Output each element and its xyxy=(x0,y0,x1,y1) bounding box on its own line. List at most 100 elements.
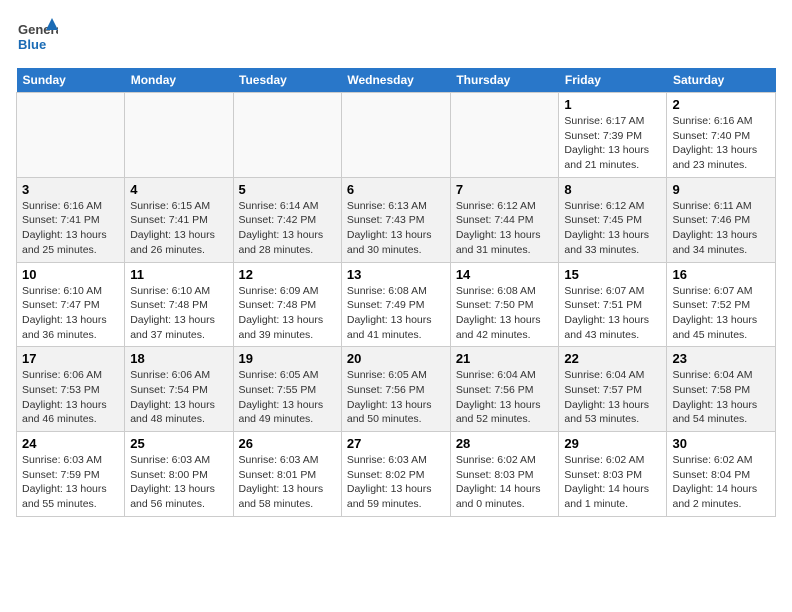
day-info: Sunrise: 6:06 AM Sunset: 7:54 PM Dayligh… xyxy=(130,368,227,427)
day-number: 15 xyxy=(564,267,661,282)
calendar-header-row: SundayMondayTuesdayWednesdayThursdayFrid… xyxy=(17,68,776,93)
day-info: Sunrise: 6:04 AM Sunset: 7:57 PM Dayligh… xyxy=(564,368,661,427)
day-cell: 4 Sunrise: 6:15 AM Sunset: 7:41 PM Daylig… xyxy=(125,177,233,262)
day-cell: 6 Sunrise: 6:13 AM Sunset: 7:43 PM Daylig… xyxy=(341,177,450,262)
day-info: Sunrise: 6:02 AM Sunset: 8:03 PM Dayligh… xyxy=(564,453,661,512)
day-cell: 20 Sunrise: 6:05 AM Sunset: 7:56 PM Dayli… xyxy=(341,347,450,432)
day-info: Sunrise: 6:03 AM Sunset: 8:02 PM Dayligh… xyxy=(347,453,445,512)
day-info: Sunrise: 6:16 AM Sunset: 7:41 PM Dayligh… xyxy=(22,199,119,258)
day-cell: 25 Sunrise: 6:03 AM Sunset: 8:00 PM Dayli… xyxy=(125,432,233,517)
day-number: 13 xyxy=(347,267,445,282)
week-row-4: 17 Sunrise: 6:06 AM Sunset: 7:53 PM Dayli… xyxy=(17,347,776,432)
day-cell: 11Sunrise: 6:10 AM Sunset: 7:48 PM Dayli… xyxy=(125,262,233,347)
day-info: Sunrise: 6:13 AM Sunset: 7:43 PM Dayligh… xyxy=(347,199,445,258)
day-number: 3 xyxy=(22,182,119,197)
day-info: Sunrise: 6:07 AM Sunset: 7:52 PM Dayligh… xyxy=(672,284,770,343)
day-number: 10 xyxy=(22,267,119,282)
day-cell: 22 Sunrise: 6:04 AM Sunset: 7:57 PM Dayli… xyxy=(559,347,667,432)
day-number: 29 xyxy=(564,436,661,451)
day-info: Sunrise: 6:08 AM Sunset: 7:50 PM Dayligh… xyxy=(456,284,554,343)
day-info: Sunrise: 6:06 AM Sunset: 7:53 PM Dayligh… xyxy=(22,368,119,427)
day-cell: 3 Sunrise: 6:16 AM Sunset: 7:41 PM Daylig… xyxy=(17,177,125,262)
day-info: Sunrise: 6:03 AM Sunset: 7:59 PM Dayligh… xyxy=(22,453,119,512)
day-info: Sunrise: 6:15 AM Sunset: 7:41 PM Dayligh… xyxy=(130,199,227,258)
day-info: Sunrise: 6:03 AM Sunset: 8:01 PM Dayligh… xyxy=(239,453,336,512)
day-number: 22 xyxy=(564,351,661,366)
day-number: 1 xyxy=(564,97,661,112)
day-cell: 30Sunrise: 6:02 AM Sunset: 8:04 PM Dayli… xyxy=(667,432,776,517)
calendar-table: SundayMondayTuesdayWednesdayThursdayFrid… xyxy=(16,68,776,517)
day-number: 24 xyxy=(22,436,119,451)
day-info: Sunrise: 6:03 AM Sunset: 8:00 PM Dayligh… xyxy=(130,453,227,512)
header-wednesday: Wednesday xyxy=(341,68,450,93)
day-cell xyxy=(450,93,559,178)
page-header: General Blue xyxy=(16,16,776,58)
logo: General Blue xyxy=(16,16,58,58)
day-info: Sunrise: 6:05 AM Sunset: 7:55 PM Dayligh… xyxy=(239,368,336,427)
day-number: 26 xyxy=(239,436,336,451)
day-number: 21 xyxy=(456,351,554,366)
day-info: Sunrise: 6:10 AM Sunset: 7:47 PM Dayligh… xyxy=(22,284,119,343)
day-cell: 7Sunrise: 6:12 AM Sunset: 7:44 PM Daylig… xyxy=(450,177,559,262)
day-number: 27 xyxy=(347,436,445,451)
day-cell xyxy=(341,93,450,178)
day-cell: 26 Sunrise: 6:03 AM Sunset: 8:01 PM Dayli… xyxy=(233,432,341,517)
day-number: 5 xyxy=(239,182,336,197)
week-row-5: 24 Sunrise: 6:03 AM Sunset: 7:59 PM Dayli… xyxy=(17,432,776,517)
day-cell: 2 Sunrise: 6:16 AM Sunset: 7:40 PM Daylig… xyxy=(667,93,776,178)
day-info: Sunrise: 6:12 AM Sunset: 7:44 PM Dayligh… xyxy=(456,199,554,258)
day-cell: 24 Sunrise: 6:03 AM Sunset: 7:59 PM Dayli… xyxy=(17,432,125,517)
header-saturday: Saturday xyxy=(667,68,776,93)
header-thursday: Thursday xyxy=(450,68,559,93)
day-number: 23 xyxy=(672,351,770,366)
day-cell: 17 Sunrise: 6:06 AM Sunset: 7:53 PM Dayli… xyxy=(17,347,125,432)
week-row-1: 1 Sunrise: 6:17 AM Sunset: 7:39 PM Daylig… xyxy=(17,93,776,178)
day-cell: 18 Sunrise: 6:06 AM Sunset: 7:54 PM Dayli… xyxy=(125,347,233,432)
day-number: 4 xyxy=(130,182,227,197)
day-info: Sunrise: 6:04 AM Sunset: 7:58 PM Dayligh… xyxy=(672,368,770,427)
day-number: 18 xyxy=(130,351,227,366)
day-number: 9 xyxy=(672,182,770,197)
day-info: Sunrise: 6:17 AM Sunset: 7:39 PM Dayligh… xyxy=(564,114,661,173)
logo-svg: General Blue xyxy=(16,16,58,58)
day-number: 14 xyxy=(456,267,554,282)
day-info: Sunrise: 6:16 AM Sunset: 7:40 PM Dayligh… xyxy=(672,114,770,173)
svg-text:Blue: Blue xyxy=(18,37,46,52)
day-info: Sunrise: 6:05 AM Sunset: 7:56 PM Dayligh… xyxy=(347,368,445,427)
day-info: Sunrise: 6:07 AM Sunset: 7:51 PM Dayligh… xyxy=(564,284,661,343)
day-cell xyxy=(125,93,233,178)
day-cell: 5Sunrise: 6:14 AM Sunset: 7:42 PM Daylig… xyxy=(233,177,341,262)
day-cell: 27 Sunrise: 6:03 AM Sunset: 8:02 PM Dayli… xyxy=(341,432,450,517)
day-number: 16 xyxy=(672,267,770,282)
day-number: 12 xyxy=(239,267,336,282)
day-cell: 19 Sunrise: 6:05 AM Sunset: 7:55 PM Dayli… xyxy=(233,347,341,432)
day-cell: 8 Sunrise: 6:12 AM Sunset: 7:45 PM Daylig… xyxy=(559,177,667,262)
day-info: Sunrise: 6:02 AM Sunset: 8:03 PM Dayligh… xyxy=(456,453,554,512)
day-cell: 23 Sunrise: 6:04 AM Sunset: 7:58 PM Dayli… xyxy=(667,347,776,432)
day-info: Sunrise: 6:08 AM Sunset: 7:49 PM Dayligh… xyxy=(347,284,445,343)
day-cell: 21Sunrise: 6:04 AM Sunset: 7:56 PM Dayli… xyxy=(450,347,559,432)
day-cell: 1 Sunrise: 6:17 AM Sunset: 7:39 PM Daylig… xyxy=(559,93,667,178)
day-cell: 14 Sunrise: 6:08 AM Sunset: 7:50 PM Dayli… xyxy=(450,262,559,347)
day-info: Sunrise: 6:02 AM Sunset: 8:04 PM Dayligh… xyxy=(672,453,770,512)
day-info: Sunrise: 6:12 AM Sunset: 7:45 PM Dayligh… xyxy=(564,199,661,258)
day-cell: 13 Sunrise: 6:08 AM Sunset: 7:49 PM Dayli… xyxy=(341,262,450,347)
day-cell: 29 Sunrise: 6:02 AM Sunset: 8:03 PM Dayli… xyxy=(559,432,667,517)
day-number: 19 xyxy=(239,351,336,366)
day-number: 25 xyxy=(130,436,227,451)
day-cell: 10 Sunrise: 6:10 AM Sunset: 7:47 PM Dayli… xyxy=(17,262,125,347)
day-number: 28 xyxy=(456,436,554,451)
day-number: 6 xyxy=(347,182,445,197)
day-cell: 15 Sunrise: 6:07 AM Sunset: 7:51 PM Dayli… xyxy=(559,262,667,347)
header-monday: Monday xyxy=(125,68,233,93)
day-number: 2 xyxy=(672,97,770,112)
day-info: Sunrise: 6:09 AM Sunset: 7:48 PM Dayligh… xyxy=(239,284,336,343)
day-cell: 16 Sunrise: 6:07 AM Sunset: 7:52 PM Dayli… xyxy=(667,262,776,347)
header-tuesday: Tuesday xyxy=(233,68,341,93)
day-number: 20 xyxy=(347,351,445,366)
day-number: 17 xyxy=(22,351,119,366)
week-row-2: 3 Sunrise: 6:16 AM Sunset: 7:41 PM Daylig… xyxy=(17,177,776,262)
day-number: 8 xyxy=(564,182,661,197)
day-cell xyxy=(17,93,125,178)
header-sunday: Sunday xyxy=(17,68,125,93)
